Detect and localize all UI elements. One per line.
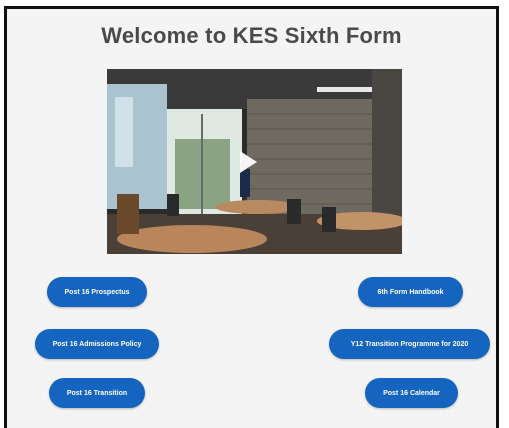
admissions-policy-button[interactable]: Post 16 Admissions Policy	[35, 329, 159, 359]
post16-prospectus-button[interactable]: Post 16 Prospectus	[47, 277, 147, 307]
post16-transition-button[interactable]: Post 16 Transition	[49, 378, 145, 408]
transition-programme-button[interactable]: Y12 Transition Programme for 2020	[329, 329, 490, 359]
page-frame: Welcome to KES Sixth Form Post 16 Prospe…	[4, 6, 499, 428]
post16-calendar-button[interactable]: Post 16 Calendar	[365, 378, 458, 408]
page-title: Welcome to KES Sixth Form	[101, 23, 402, 48]
play-icon[interactable]	[240, 151, 257, 173]
video-player[interactable]	[107, 69, 402, 254]
sixth-form-handbook-button[interactable]: 6th Form Handbook	[358, 277, 463, 307]
